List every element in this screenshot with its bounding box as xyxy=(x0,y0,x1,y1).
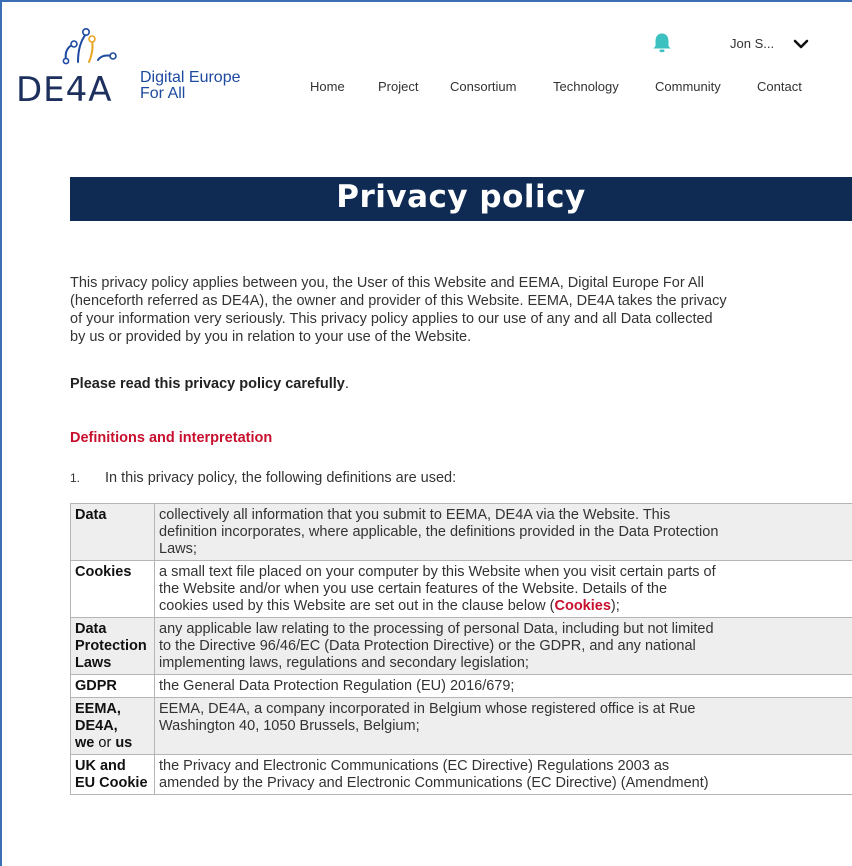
term-cell: UK and EU Cookie xyxy=(70,754,155,795)
nav-technology[interactable]: Technology xyxy=(553,79,619,94)
term-cell: Data Protection Laws xyxy=(70,617,155,675)
table-row: EEMA, DE4A, we or us EEMA, DE4A, a compa… xyxy=(70,697,852,755)
intro-line: This privacy policy applies between you,… xyxy=(70,275,704,291)
item-text: In this privacy policy, the following de… xyxy=(105,470,457,486)
definition-line: Laws; xyxy=(159,541,197,557)
numbered-item: 1. In this privacy policy, the following … xyxy=(70,470,456,486)
cookies-link[interactable]: Cookies xyxy=(554,598,610,614)
definition-line: amended by the Privacy and Electronic Co… xyxy=(159,775,709,791)
term-cell: Data xyxy=(70,503,155,561)
table-row: GDPR the General Data Protection Regulat… xyxy=(70,674,852,698)
nav-consortium[interactable]: Consortium xyxy=(450,79,516,94)
user-menu-name[interactable]: Jon S... xyxy=(730,36,774,51)
read-carefully-text: Please read this privacy policy carefull… xyxy=(70,376,345,392)
definition-line: collectively all information that you su… xyxy=(159,507,671,523)
definition-line-text: cookies used by this Website are set out… xyxy=(159,598,555,614)
term-word: we xyxy=(75,735,95,751)
logo-caption-line2: For All xyxy=(140,85,186,102)
definition-cell: a small text file placed on your compute… xyxy=(154,560,852,618)
term-cell: Cookies xyxy=(70,560,155,618)
definition-line: to the Directive 96/46/EC (Data Protecti… xyxy=(159,638,696,654)
intro-line: (henceforth referred as DE4A), the owner… xyxy=(70,293,727,309)
table-row: Cookies a small text file placed on your… xyxy=(70,560,852,618)
term-word: us xyxy=(115,735,133,751)
term-text: Data xyxy=(75,621,107,637)
term-word: or xyxy=(98,735,112,751)
nav-home[interactable]: Home xyxy=(310,79,345,94)
definition-cell: the General Data Protection Regulation (… xyxy=(154,674,852,698)
definition-line: implementing laws, regulations and secon… xyxy=(159,655,529,671)
table-row: Data Protection Laws any applicable law … xyxy=(70,617,852,675)
table-row: UK and EU Cookie the Privacy and Electro… xyxy=(70,754,852,795)
term-text: UK and xyxy=(75,758,126,774)
nav-contact[interactable]: Contact xyxy=(757,79,802,94)
term-text: EEMA, xyxy=(75,701,121,717)
definition-line: Washington 40, 1050 Brussels, Belgium; xyxy=(159,718,420,734)
window-border-top xyxy=(0,0,852,2)
definition-line: any applicable law relating to the proce… xyxy=(159,621,714,637)
term-text: Laws xyxy=(75,655,112,671)
term-cell: EEMA, DE4A, we or us xyxy=(70,697,155,755)
section-heading-definitions: Definitions and interpretation xyxy=(70,430,273,446)
page-title: Privacy policy xyxy=(336,179,586,215)
read-carefully-note: Please read this privacy policy carefull… xyxy=(70,376,349,392)
read-carefully-dot: . xyxy=(344,376,349,392)
term-text: Data xyxy=(75,507,107,523)
logo-mark: DE4A xyxy=(16,70,113,110)
logo-caption-line1: Digital Europe xyxy=(140,69,241,86)
table-row: Data collectively all information that y… xyxy=(70,503,852,561)
definition-line-tail: ); xyxy=(610,598,620,614)
nav-project[interactable]: Project xyxy=(378,79,418,94)
definition-line: the Privacy and Electronic Communication… xyxy=(159,758,670,774)
definition-cell: any applicable law relating to the proce… xyxy=(154,617,852,675)
term-text: EU Cookie xyxy=(75,775,148,791)
site-logo[interactable]: DE4A Digital Europe For All xyxy=(12,24,274,114)
term-text: Cookies xyxy=(75,564,132,580)
definition-cell: EEMA, DE4A, a company incorporated in Be… xyxy=(154,697,852,755)
item-number: 1. xyxy=(70,471,81,485)
definition-cell: collectively all information that you su… xyxy=(154,503,852,561)
definition-cell: the Privacy and Electronic Communication… xyxy=(154,754,852,795)
term-text: Protection xyxy=(75,638,147,654)
de4a-logo-icon xyxy=(62,28,117,65)
nav-community[interactable]: Community xyxy=(655,79,721,94)
intro-line: of your information very seriously. This… xyxy=(70,311,713,327)
term-text: we or us xyxy=(75,735,150,752)
intro-line: by us or provided by you in relation to … xyxy=(70,329,472,345)
definition-line: a small text file placed on your compute… xyxy=(159,564,716,580)
definition-line: cookies used by this Website are set out… xyxy=(159,598,852,615)
definition-line: EEMA, DE4A, a company incorporated in Be… xyxy=(159,701,696,717)
definition-line: the General Data Protection Regulation (… xyxy=(159,678,515,694)
term-text: GDPR xyxy=(75,678,117,694)
definition-line: definition incorporates, where applicabl… xyxy=(159,524,719,540)
logo-caption: Digital Europe For All xyxy=(140,70,241,102)
intro-paragraph: This privacy policy applies between you,… xyxy=(70,274,852,346)
bell-icon[interactable] xyxy=(652,32,672,54)
definition-line: the Website and/or when you use certain … xyxy=(159,581,668,597)
term-cell: GDPR xyxy=(70,674,155,698)
window-border-left xyxy=(0,0,2,866)
term-text: DE4A, xyxy=(75,718,118,734)
chevron-down-icon[interactable] xyxy=(793,38,809,50)
definitions-table: Data collectively all information that y… xyxy=(70,503,852,795)
